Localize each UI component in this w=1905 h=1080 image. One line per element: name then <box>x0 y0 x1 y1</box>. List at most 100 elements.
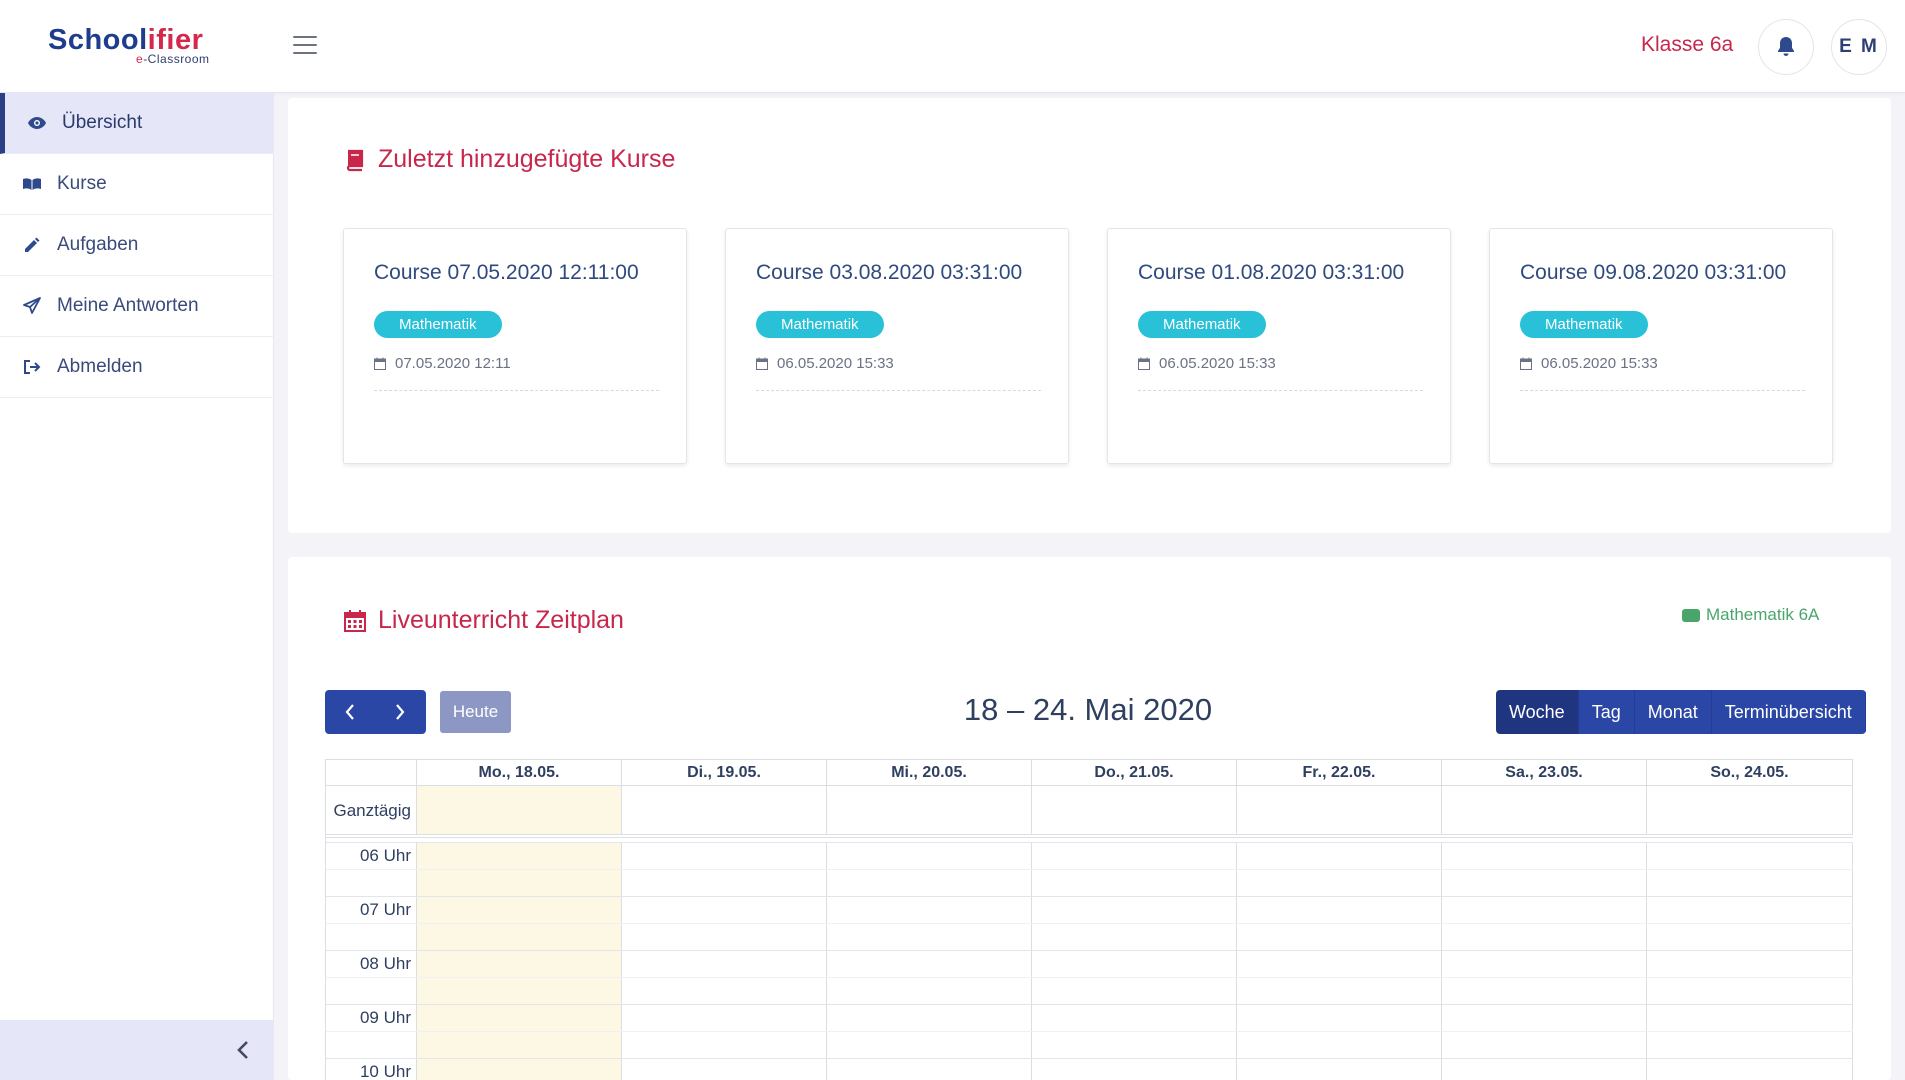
week-calendar-grid: Mo., 18.05. Di., 19.05. Mi., 20.05. Do.,… <box>325 759 1853 1080</box>
sidebar-item-label: Meine Antworten <box>57 295 199 316</box>
axis-cell <box>326 786 417 834</box>
sign-out-icon <box>22 357 42 377</box>
legend-swatch <box>1682 608 1700 622</box>
day-column[interactable] <box>827 842 1032 1080</box>
next-week-button[interactable] <box>375 690 425 734</box>
sidebar-item-meine-antworten[interactable]: Meine Antworten <box>0 276 274 337</box>
hour-label: 07 Uhr <box>359 900 411 919</box>
course-card[interactable]: Course 01.08.2020 03:31:00 Mathematik 06… <box>1107 228 1451 464</box>
day-header: Sa., 23.05. <box>1442 760 1647 786</box>
course-date: 06.05.2020 15:33 <box>1138 355 1276 372</box>
course-title[interactable]: Course 03.08.2020 03:31:00 <box>756 261 1022 285</box>
calendar-header-row: Mo., 18.05. Di., 19.05. Mi., 20.05. Do.,… <box>326 760 1853 786</box>
course-title[interactable]: Course 07.05.2020 12:11:00 <box>374 261 639 285</box>
date-range-title: 18 – 24. Mai 2020 <box>963 692 1213 727</box>
all-day-cell[interactable] <box>417 786 622 834</box>
calendar-icon <box>1520 357 1532 370</box>
today-button[interactable]: Heute <box>440 691 511 733</box>
course-date: 06.05.2020 15:33 <box>1520 355 1658 372</box>
sidebar-item-uebersicht[interactable]: Übersicht <box>0 93 274 154</box>
all-day-cell[interactable] <box>622 786 827 834</box>
all-day-cell[interactable] <box>1442 786 1647 834</box>
all-day-row: Ganztägig <box>326 786 1853 838</box>
calendar-icon <box>343 609 367 633</box>
user-avatar[interactable]: E M <box>1831 19 1887 75</box>
sidebar-item-kurse[interactable]: Kurse <box>0 154 274 215</box>
live-schedule-title: Liveunterricht Zeitplan <box>343 606 624 635</box>
day-header: Di., 19.05. <box>622 760 827 786</box>
recent-courses-panel: Zuletzt hinzugefügte Kurse Course 07.05.… <box>288 98 1891 533</box>
card-divider <box>1520 390 1805 391</box>
subject-badge: Mathematik <box>374 311 502 338</box>
class-label[interactable]: Klasse 6a <box>1641 33 1733 57</box>
day-column[interactable] <box>622 842 827 1080</box>
live-schedule-panel: Liveunterricht Zeitplan Mathematik 6A He… <box>288 557 1891 1080</box>
sidebar-item-label: Aufgaben <box>57 234 139 255</box>
sidebar-collapse-bar <box>0 1020 274 1080</box>
hour-line <box>326 842 1853 843</box>
sidebar-item-abmelden[interactable]: Abmelden <box>0 337 274 398</box>
book-icon <box>343 148 367 172</box>
bell-icon <box>1778 37 1794 56</box>
course-date: 06.05.2020 15:33 <box>756 355 894 372</box>
axis-header-cell <box>326 760 417 786</box>
book-icon <box>22 174 42 194</box>
view-switcher: Woche Tag Monat Terminübersicht <box>1496 690 1866 734</box>
sidebar-item-aufgaben[interactable]: Aufgaben <box>0 215 274 276</box>
course-date: 07.05.2020 12:11 <box>374 355 511 372</box>
view-month-button[interactable]: Monat <box>1634 690 1712 734</box>
view-week-button[interactable]: Woche <box>1496 690 1579 734</box>
all-day-cell[interactable] <box>827 786 1032 834</box>
chevron-left-icon <box>345 704 354 720</box>
subject-badge: Mathematik <box>1138 311 1266 338</box>
subject-badge: Mathematik <box>756 311 884 338</box>
hour-label: 10 Uhr <box>359 1062 411 1080</box>
calendar-nav-group <box>325 690 426 734</box>
sidebar-item-label: Abmelden <box>57 356 143 377</box>
day-column[interactable] <box>1032 842 1237 1080</box>
half-hour-line <box>326 977 1853 978</box>
calendar-icon <box>1138 357 1150 370</box>
day-header: Do., 21.05. <box>1032 760 1237 786</box>
hour-line <box>326 950 1853 951</box>
top-bar: Schoolifier e-Classroom Klasse 6a E M <box>0 0 1905 93</box>
recent-courses-title: Zuletzt hinzugefügte Kurse <box>343 145 675 174</box>
card-divider <box>1138 390 1423 391</box>
logo-subtitle: e-Classroom <box>136 52 210 66</box>
menu-toggle-icon[interactable] <box>293 36 317 56</box>
card-divider <box>374 390 659 391</box>
notifications-button[interactable] <box>1758 19 1814 75</box>
calendar-icon <box>374 357 386 370</box>
day-column[interactable] <box>1647 842 1853 1080</box>
all-day-cell[interactable] <box>1647 786 1853 834</box>
view-day-button[interactable]: Tag <box>1578 690 1635 734</box>
course-title[interactable]: Course 09.08.2020 03:31:00 <box>1520 261 1786 285</box>
hour-line <box>326 896 1853 897</box>
day-column[interactable] <box>1237 842 1442 1080</box>
course-card[interactable]: Course 07.05.2020 12:11:00 Mathematik 07… <box>343 228 687 464</box>
all-day-cell[interactable] <box>1032 786 1237 834</box>
chevron-left-icon[interactable] <box>232 1038 254 1062</box>
hour-line <box>326 1004 1853 1005</box>
pencil-icon <box>22 235 42 255</box>
hour-label: 09 Uhr <box>359 1008 411 1027</box>
app-logo[interactable]: Schoolifier e-Classroom <box>48 24 234 72</box>
subject-badge: Mathematik <box>1520 311 1648 338</box>
day-column[interactable] <box>1442 842 1647 1080</box>
half-hour-line <box>326 923 1853 924</box>
prev-week-button[interactable] <box>325 690 375 734</box>
day-column-today[interactable] <box>417 842 622 1080</box>
course-card[interactable]: Course 03.08.2020 03:31:00 Mathematik 06… <box>725 228 1069 464</box>
view-agenda-button[interactable]: Terminübersicht <box>1711 690 1866 734</box>
chevron-right-icon <box>396 704 405 720</box>
course-card[interactable]: Course 09.08.2020 03:31:00 Mathematik 06… <box>1489 228 1833 464</box>
sidebar-item-label: Übersicht <box>62 112 143 133</box>
all-day-cell[interactable] <box>1237 786 1442 834</box>
sidebar: Übersicht Kurse Aufgaben Meine Antworten… <box>0 93 274 1080</box>
half-hour-line <box>326 869 1853 870</box>
hour-label: 06 Uhr <box>359 846 411 865</box>
card-divider <box>756 390 1041 391</box>
course-title[interactable]: Course 01.08.2020 03:31:00 <box>1138 261 1404 285</box>
sidebar-item-label: Kurse <box>57 173 107 194</box>
calendar-icon <box>756 357 768 370</box>
